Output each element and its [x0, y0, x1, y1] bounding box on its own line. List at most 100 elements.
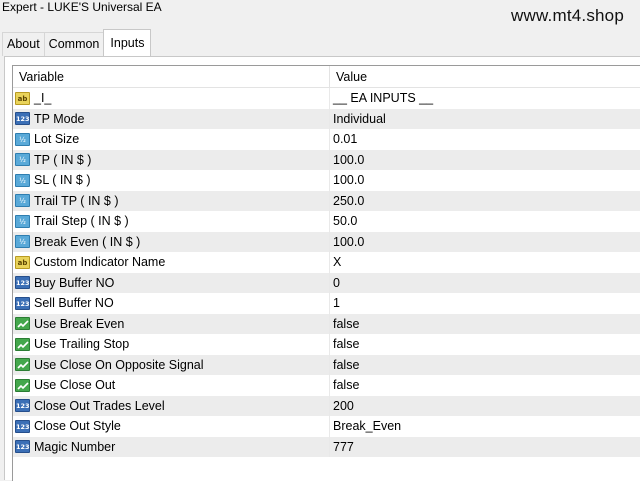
table-row[interactable]: Use Close Out false: [13, 375, 640, 396]
table-row[interactable]: ab _I_ __ EA INPUTS __: [13, 88, 640, 109]
double-type-icon: ½: [15, 132, 30, 146]
boolean-type-icon: [15, 358, 30, 372]
variable-cell[interactable]: 123 Close Out Trades Level: [13, 395, 330, 416]
variable-cell[interactable]: Use Close On Opposite Signal: [13, 354, 330, 375]
double-type-icon: ½: [15, 153, 30, 167]
variable-label: TP Mode: [34, 111, 85, 126]
title-bar: Expert - LUKE'S Universal EA www.mt4.sho…: [0, 0, 640, 28]
inputs-panel: Variable Value ab _I_ __ EA INPUTS __ 123 TP…: [4, 56, 640, 481]
grid-header: Variable Value: [13, 66, 640, 88]
integer-type-icon: 123: [15, 399, 30, 413]
table-row[interactable]: 123 Sell Buffer NO 1: [13, 293, 640, 314]
variable-cell[interactable]: Use Break Even: [13, 313, 330, 334]
variable-label: Trail Step ( IN $ ): [34, 214, 129, 229]
variable-label: Magic Number: [34, 439, 116, 454]
value-cell[interactable]: false: [330, 334, 640, 355]
value-cell[interactable]: 100.0: [330, 170, 640, 191]
variable-label: Break Even ( IN $ ): [34, 234, 141, 249]
value-cell[interactable]: 0.01: [330, 129, 640, 150]
variable-cell[interactable]: Use Trailing Stop: [13, 334, 330, 355]
value-cell[interactable]: __ EA INPUTS __: [330, 88, 640, 109]
variable-label: Trail TP ( IN $ ): [34, 193, 119, 208]
value-cell[interactable]: 1: [330, 293, 640, 314]
integer-type-icon: 123: [15, 419, 30, 433]
value-cell[interactable]: 100.0: [330, 150, 640, 171]
watermark: www.mt4.shop: [511, 6, 624, 25]
value-cell[interactable]: 777: [330, 437, 640, 458]
variable-label: Use Close On Opposite Signal: [34, 357, 204, 372]
value-cell[interactable]: X: [330, 252, 640, 273]
double-type-icon: ½: [15, 235, 30, 249]
integer-type-icon: 123: [15, 296, 30, 310]
variable-cell[interactable]: ab _I_: [13, 88, 330, 109]
table-row[interactable]: 123 TP Mode Individual: [13, 108, 640, 130]
double-type-icon: ½: [15, 194, 30, 208]
value-cell[interactable]: false: [330, 314, 640, 335]
value-cell[interactable]: 100.0: [330, 232, 640, 253]
variable-cell[interactable]: ½ Trail Step ( IN $ ): [13, 211, 330, 232]
string-type-icon: ab: [15, 91, 30, 105]
table-row[interactable]: ½ Trail Step ( IN $ ) 50.0: [13, 211, 640, 232]
tab-inputs[interactable]: Inputs: [103, 29, 152, 56]
tab-about[interactable]: About: [2, 32, 45, 56]
double-type-icon: ½: [15, 214, 30, 228]
table-row[interactable]: ½ Break Even ( IN $ ) 100.0: [13, 231, 640, 253]
variable-cell[interactable]: 123 Buy Buffer NO: [13, 272, 330, 293]
table-row[interactable]: Use Close On Opposite Signal false: [13, 354, 640, 376]
value-cell[interactable]: Break_Even: [330, 416, 640, 437]
value-cell[interactable]: 200: [330, 396, 640, 417]
variable-label: _I_: [34, 91, 52, 106]
table-row[interactable]: ½ TP ( IN $ ) 100.0: [13, 149, 640, 171]
variable-cell[interactable]: 123 Magic Number: [13, 436, 330, 457]
variable-cell[interactable]: ½ Lot Size: [13, 129, 330, 150]
variable-cell[interactable]: ab Custom Indicator Name: [13, 252, 330, 273]
inputs-grid: Variable Value ab _I_ __ EA INPUTS __ 123 TP…: [12, 65, 640, 481]
variable-cell[interactable]: 123 Sell Buffer NO: [13, 293, 330, 314]
boolean-type-icon: [15, 317, 30, 331]
variable-label: Use Trailing Stop: [34, 337, 130, 352]
variable-label: Sell Buffer NO: [34, 296, 114, 311]
variable-label: Lot Size: [34, 132, 80, 147]
grid-rows: ab _I_ __ EA INPUTS __ 123 TP Mode Individual…: [13, 88, 640, 457]
table-row[interactable]: Use Trailing Stop false: [13, 334, 640, 355]
table-row[interactable]: ½ SL ( IN $ ) 100.0: [13, 170, 640, 191]
header-variable[interactable]: Variable: [13, 66, 330, 87]
variable-cell[interactable]: 123 TP Mode: [13, 108, 330, 129]
table-row[interactable]: Use Break Even false: [13, 313, 640, 335]
value-cell[interactable]: 250.0: [330, 191, 640, 212]
table-row[interactable]: ½ Lot Size 0.01: [13, 129, 640, 150]
boolean-type-icon: [15, 378, 30, 392]
variable-label: TP ( IN $ ): [34, 152, 92, 167]
tab-strip: About Common Inputs: [2, 29, 152, 56]
variable-label: Use Break Even: [34, 316, 125, 331]
variable-label: Buy Buffer NO: [34, 275, 115, 290]
boolean-type-icon: [15, 337, 30, 351]
variable-label: Use Close Out: [34, 378, 116, 393]
value-cell[interactable]: Individual: [330, 109, 640, 130]
variable-cell[interactable]: ½ TP ( IN $ ): [13, 149, 330, 170]
variable-label: Custom Indicator Name: [34, 255, 166, 270]
header-value[interactable]: Value: [330, 66, 367, 87]
value-cell[interactable]: 0: [330, 273, 640, 294]
table-row[interactable]: 123 Close Out Trades Level 200: [13, 395, 640, 417]
window-title: Expert - LUKE'S Universal EA: [2, 0, 162, 14]
integer-type-icon: 123: [15, 276, 30, 290]
table-row[interactable]: ab Custom Indicator Name X: [13, 252, 640, 273]
value-cell[interactable]: false: [330, 375, 640, 396]
variable-cell[interactable]: 123 Close Out Style: [13, 416, 330, 437]
table-row[interactable]: 123 Magic Number 777: [13, 436, 640, 458]
variable-label: SL ( IN $ ): [34, 173, 91, 188]
variable-label: Close Out Trades Level: [34, 398, 165, 413]
value-cell[interactable]: false: [330, 355, 640, 376]
value-cell[interactable]: 50.0: [330, 211, 640, 232]
variable-cell[interactable]: ½ Break Even ( IN $ ): [13, 231, 330, 252]
variable-cell[interactable]: Use Close Out: [13, 375, 330, 396]
variable-label: Close Out Style: [34, 419, 121, 434]
table-row[interactable]: 123 Close Out Style Break_Even: [13, 416, 640, 437]
variable-cell[interactable]: ½ SL ( IN $ ): [13, 170, 330, 191]
tab-common[interactable]: Common: [43, 32, 105, 56]
table-row[interactable]: ½ Trail TP ( IN $ ) 250.0: [13, 190, 640, 212]
table-row[interactable]: 123 Buy Buffer NO 0: [13, 272, 640, 294]
variable-cell[interactable]: ½ Trail TP ( IN $ ): [13, 190, 330, 211]
integer-type-icon: 123: [15, 440, 30, 454]
